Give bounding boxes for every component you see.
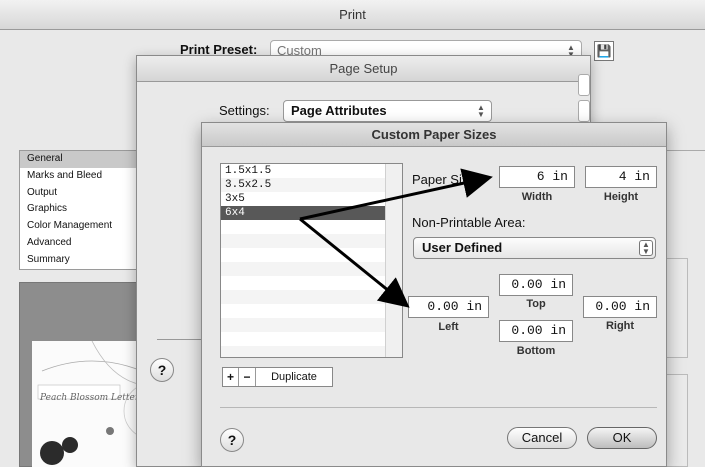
page-setup-help-button[interactable]: ? xyxy=(150,358,174,382)
height-field[interactable]: 4 in xyxy=(585,166,657,188)
bottom-margin-field[interactable]: 0.00 in xyxy=(499,320,573,342)
settings-label: Settings: xyxy=(219,103,270,118)
top-caption: Top xyxy=(526,298,546,310)
list-item-empty xyxy=(221,304,402,318)
floppy-disk-icon: 💾 xyxy=(596,44,612,58)
settings-select[interactable]: Page Attributes ▲ ▼ xyxy=(283,100,492,122)
custom-paper-sizes-title: Custom Paper Sizes xyxy=(202,123,666,147)
list-item[interactable]: 3.5x2.5 xyxy=(221,178,402,192)
right-caption: Right xyxy=(605,320,635,332)
left-margin-field[interactable]: 0.00 in xyxy=(408,296,489,318)
print-window-title: Print xyxy=(0,0,705,30)
list-item-empty xyxy=(221,248,402,262)
settings-value: Page Attributes xyxy=(291,103,387,118)
duplicate-button[interactable]: Duplicate xyxy=(256,368,332,386)
remove-size-button[interactable]: − xyxy=(239,368,256,386)
paper-size-list[interactable]: 1.5x1.5 3.5x2.5 3x5 6x4 xyxy=(220,163,403,358)
page-setup-title: Page Setup xyxy=(137,56,590,82)
height-caption: Height xyxy=(603,191,639,203)
list-button-bar: + − Duplicate xyxy=(222,367,333,387)
left-caption: Left xyxy=(438,321,459,333)
ok-button[interactable]: OK xyxy=(587,427,657,449)
list-item-empty xyxy=(221,276,402,290)
custom-paper-divider xyxy=(220,407,657,408)
non-printable-area-label: Non-Printable Area: xyxy=(412,215,526,230)
list-item-empty xyxy=(221,346,402,357)
print-divider xyxy=(664,150,705,151)
page-setup-side-control[interactable] xyxy=(578,74,590,96)
list-item[interactable]: 1.5x1.5 xyxy=(221,164,402,178)
add-size-button[interactable]: + xyxy=(223,368,239,386)
page-setup-side-control-2[interactable] xyxy=(578,100,590,122)
non-printable-area-value: User Defined xyxy=(422,240,503,255)
question-mark-icon: ? xyxy=(157,362,167,378)
up-down-arrows-icon: ▲▼ xyxy=(477,103,485,119)
non-printable-area-select[interactable]: User Defined ▲ ▼ xyxy=(413,237,656,259)
paper-size-label: Paper Size: xyxy=(412,172,480,187)
list-item-empty xyxy=(221,234,402,248)
cancel-button[interactable]: Cancel xyxy=(507,427,577,449)
save-preset-button[interactable]: 💾 xyxy=(594,41,614,61)
list-item-empty xyxy=(221,332,402,346)
width-field[interactable]: 6 in xyxy=(499,166,575,188)
question-mark-icon: ? xyxy=(227,432,237,448)
bottom-caption: Bottom xyxy=(516,345,556,357)
list-item[interactable]: 3x5 xyxy=(221,192,402,206)
right-margin-field[interactable]: 0.00 in xyxy=(583,296,657,318)
top-margin-field[interactable]: 0.00 in xyxy=(499,274,573,296)
list-item-empty xyxy=(221,290,402,304)
list-item-empty xyxy=(221,220,402,234)
width-caption: Width xyxy=(521,191,553,203)
custom-paper-help-button[interactable]: ? xyxy=(220,428,244,452)
list-item-empty xyxy=(221,262,402,276)
list-item-selected[interactable]: 6x4 xyxy=(221,206,402,220)
custom-paper-sizes-sheet: Custom Paper Sizes 1.5x1.5 3.5x2.5 3x5 6… xyxy=(201,122,667,467)
preview-card-title: Peach Blossom Letter xyxy=(40,393,140,403)
list-item-empty xyxy=(221,318,402,332)
up-down-arrows-icon: ▲▼ xyxy=(639,240,653,256)
page-setup-divider xyxy=(157,339,202,340)
list-scrollbar[interactable] xyxy=(385,164,402,357)
